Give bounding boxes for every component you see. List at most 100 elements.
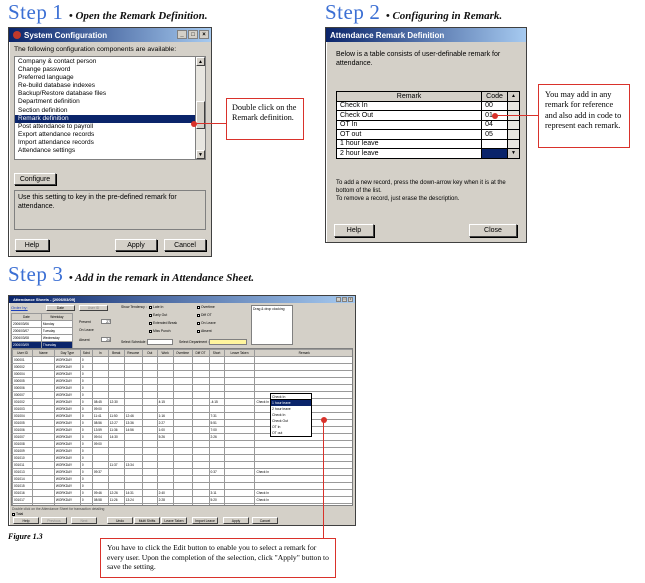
grid-cell[interactable] (156, 468, 174, 476)
grid-cell[interactable] (254, 475, 352, 483)
remark-row[interactable]: OT In 04 (335, 119, 520, 130)
config-list-item[interactable]: Export attendance records (15, 131, 197, 139)
grid-cell[interactable] (91, 454, 109, 462)
grid-cell[interactable] (191, 391, 210, 399)
grid-cell[interactable]: 0 (79, 461, 93, 469)
apply-button[interactable]: Apply (115, 239, 157, 251)
grid-cell[interactable] (31, 377, 55, 385)
grid-cell[interactable] (31, 356, 55, 364)
grid-cell[interactable] (172, 398, 193, 406)
grid-cell[interactable] (107, 370, 125, 378)
grid-cell[interactable] (107, 356, 125, 364)
grid-cell[interactable] (31, 440, 55, 448)
grid-cell[interactable] (141, 468, 158, 476)
grid-cell[interactable]: 0 (79, 454, 93, 462)
grid-cell[interactable] (107, 405, 125, 413)
grid-cell[interactable] (191, 426, 210, 434)
grid-cell[interactable] (208, 370, 225, 378)
grid-cell[interactable] (172, 405, 193, 413)
grid-cell[interactable] (191, 454, 210, 462)
grid-cell[interactable] (223, 447, 256, 455)
grid-cell[interactable]: 09:00 (91, 405, 109, 413)
tendency-checkbox[interactable]: Absent (197, 329, 212, 333)
remark-row[interactable]: 2 hour leave ▼ (335, 148, 520, 159)
toolbar-button-undo[interactable]: Undo (107, 517, 133, 524)
grid-cell[interactable]: 13:46 (123, 503, 143, 505)
tendency-checkbox[interactable]: Early Out (149, 313, 167, 317)
grid-cell[interactable] (208, 461, 225, 469)
grid-cell[interactable] (223, 412, 256, 420)
grid-cell[interactable] (223, 377, 256, 385)
grid-cell[interactable]: 08:58 (91, 496, 109, 504)
grid-cell[interactable]: WORKDAY (53, 447, 81, 455)
toolbar-button-multi-shifts[interactable]: Multi Shifts (134, 517, 160, 524)
grid-cell[interactable] (223, 384, 256, 392)
grid-cell[interactable] (223, 405, 256, 413)
grid-cell[interactable]: 001011 (12, 461, 33, 469)
date-list-row[interactable]: 2006/03/07 Tuesday (11, 327, 74, 335)
grid-cell[interactable] (208, 475, 225, 483)
config-list-item[interactable]: Backup/Restore database files (15, 90, 197, 98)
config-list-item[interactable]: Change password (15, 66, 197, 74)
grid-cell[interactable] (156, 440, 174, 448)
code-cell[interactable] (481, 148, 509, 159)
cancel-button[interactable]: Cancel (164, 239, 206, 251)
grid-cell[interactable] (172, 489, 193, 497)
grid-cell[interactable]: WORKDAY (53, 475, 81, 483)
grid-cell[interactable]: 001002 (12, 398, 33, 406)
remark-cell[interactable]: OT In (335, 119, 483, 130)
scroll-up-button[interactable]: ▲ (196, 57, 205, 66)
grid-cell[interactable] (191, 384, 210, 392)
grid-cell[interactable] (156, 482, 174, 490)
grid-cell[interactable] (123, 468, 143, 476)
grid-cell[interactable] (107, 440, 125, 448)
toolbar-button-leave-taken[interactable]: Leave Taken (161, 517, 187, 524)
grid-cell[interactable]: 001009 (12, 447, 33, 455)
grid-cell[interactable] (141, 412, 158, 420)
grid-cell[interactable] (31, 412, 55, 420)
grid-cell[interactable]: 4:15 (156, 398, 174, 406)
remark-cell[interactable]: 2 hour leave (335, 148, 483, 159)
grid-cell[interactable] (254, 440, 352, 448)
remark-cell[interactable]: Check In (335, 100, 483, 111)
grid-cell[interactable]: 4:02 (156, 503, 174, 505)
grid-cell[interactable] (172, 482, 193, 490)
grid-cell[interactable] (191, 419, 210, 427)
grid-cell[interactable] (141, 461, 158, 469)
grid-cell[interactable]: 11:50 (107, 412, 125, 420)
minimize-button[interactable]: _ (177, 30, 187, 39)
grid-cell[interactable]: 0 (79, 419, 93, 427)
grid-cell[interactable]: 14:30 (107, 433, 125, 441)
grid-cell[interactable] (254, 384, 352, 392)
grid-cell[interactable] (123, 454, 143, 462)
grid-cell[interactable] (141, 433, 158, 441)
grid-cell[interactable]: 13:59 (91, 426, 109, 434)
config-list-item[interactable]: Remark definition (15, 114, 197, 123)
grid-cell[interactable] (156, 475, 174, 483)
grid-cell[interactable] (107, 454, 125, 462)
close-button[interactable]: × (199, 30, 209, 39)
table-scroll-down-icon[interactable]: ▼ (507, 148, 520, 159)
grid-cell[interactable]: WORKDAY (53, 454, 81, 462)
grid-cell[interactable] (141, 405, 158, 413)
grid-cell[interactable] (191, 363, 210, 371)
grid-cell[interactable] (141, 454, 158, 462)
grid-row[interactable]: 001009 WORKDAY 0 (12, 447, 352, 455)
grid-cell[interactable]: WORKDAY (53, 461, 81, 469)
help-button[interactable]: Help (15, 239, 49, 251)
tendency-checkbox[interactable]: Miss Punch (149, 329, 171, 333)
grid-cell[interactable] (156, 370, 174, 378)
date-list[interactable]: Date Weekday 2006/03/06 Monday 2006/03/07 T… (11, 313, 74, 349)
remark-cell[interactable]: OT out (335, 129, 483, 140)
grid-cell[interactable]: 2:28 (156, 496, 174, 504)
grid-row[interactable]: 001014 WORKDAY 0 (12, 475, 352, 483)
grid-cell[interactable] (91, 482, 109, 490)
grid-cell[interactable] (156, 405, 174, 413)
grid-cell[interactable] (31, 489, 55, 497)
grid-row[interactable]: 001017 WORKDAY 0 08:58 11:26 13:24 2:28 5:20 Che… (12, 496, 352, 504)
grid-cell[interactable] (156, 454, 174, 462)
toolbar-button-help[interactable]: Help (13, 517, 39, 524)
grid-cell[interactable] (208, 440, 225, 448)
total-checkbox-box[interactable] (12, 512, 15, 516)
total-checkbox[interactable]: Total (12, 512, 23, 516)
